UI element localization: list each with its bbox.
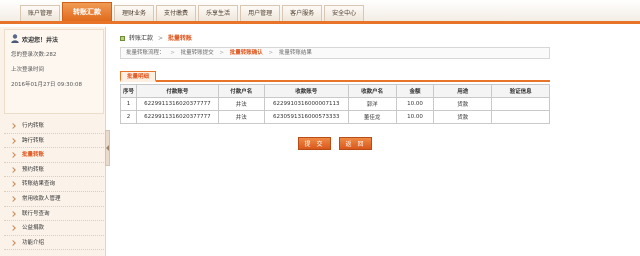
cell-payee-account: 6229910316000007113: [263, 97, 349, 111]
action-buttons: 提 交 返 回: [298, 137, 372, 150]
arrow-icon: [10, 181, 16, 188]
detail-tabbar: 批量明细: [120, 71, 550, 82]
sidebar-item-result-query[interactable]: 转账结果查询: [4, 177, 104, 192]
sidebar-item-label: 预约转账: [22, 166, 45, 173]
sidebar-item-label: 功能介绍: [22, 239, 45, 246]
last-login-time: 2016年01月27日 09:30:08: [11, 82, 82, 88]
col-amount: 金额: [395, 84, 435, 98]
col-index: 序号: [120, 84, 137, 98]
sidebar-item-label: 联行号查询: [22, 210, 50, 217]
user-info-panel: 欢迎您！井法 您的登录次数:282 上次登录时间 2016年01月27日 09:…: [4, 29, 104, 114]
arrow-icon: [10, 123, 16, 129]
sidebar-item-label: 行内转账: [22, 123, 45, 129]
col-payer-account: 付款账号: [135, 84, 219, 98]
sidebar-item-donation[interactable]: 公益捐款: [4, 221, 104, 236]
nav-tab-service[interactable]: 客户服务: [282, 5, 323, 21]
user-icon: [11, 34, 19, 43]
step-separator: >: [170, 50, 175, 56]
user-greeting: 欢迎您！井法: [22, 37, 59, 44]
arrow-icon: [10, 210, 16, 217]
process-steps: 批量转账流程： > 批量转账提交 > 批量转账确认 > 批量转账结果: [120, 47, 550, 59]
step-result: 批量转账结果: [278, 50, 312, 56]
sidebar-item-bank-code-query[interactable]: 联行号查询: [4, 207, 104, 222]
tab-batch-detail[interactable]: 批量明细: [120, 71, 157, 82]
cell-payee-account: 6230591316000573333: [263, 110, 349, 124]
cell-payee-name: 郭洋: [347, 97, 397, 111]
table-header-row: 序号 付款账号 付款户名 收款账号 收款户名 金额 用途 验证信息: [120, 84, 550, 98]
sidebar-item-scheduled[interactable]: 预约转账: [4, 163, 104, 178]
cell-payee-name: 董佳龙: [347, 110, 397, 124]
nav-tab-payment[interactable]: 支付缴费: [156, 5, 197, 21]
arrow-icon: [10, 225, 16, 231]
batch-detail-table: 序号 付款账号 付款户名 收款账号 收款户名 金额 用途 验证信息 1 6229…: [120, 84, 550, 124]
main-content: 转账汇款 > 批量转账 批量转账流程： > 批量转账提交 > 批量转账确认 > …: [118, 27, 640, 256]
table-row: 1 6229911316020377777 井法 622991031600000…: [120, 97, 550, 111]
arrow-icon: [10, 152, 16, 159]
sidebar-item-payee-management[interactable]: 常用收款人管理: [4, 192, 104, 207]
breadcrumb-parent[interactable]: 转账汇款: [129, 35, 153, 42]
col-payee-account: 收款账号: [263, 84, 349, 98]
arrow-icon: [10, 196, 16, 202]
sidebar-item-label: 批量转账: [22, 152, 45, 159]
sidebar-item-label: 常用收款人管理: [22, 195, 61, 202]
nav-tab-transfer[interactable]: 转账汇款: [62, 2, 113, 21]
step-confirm: 批量转账确认: [229, 50, 263, 56]
top-navigation: 账户管理 转账汇款 理财业务 支付缴费 乐享生活 用户管理 客户服务 安全中心: [0, 0, 640, 24]
nav-tab-security[interactable]: 安全中心: [324, 5, 365, 21]
col-payee-name: 收款户名: [347, 84, 397, 98]
cell-verification: [491, 97, 550, 111]
col-purpose: 用途: [433, 84, 493, 98]
cell-amount: 10.00: [395, 110, 435, 124]
process-label: 批量转账流程：: [126, 50, 165, 56]
step-separator: >: [219, 50, 224, 56]
arrow-icon: [10, 137, 16, 144]
col-payer-name: 付款户名: [217, 84, 265, 98]
cell-payer-name: 井法: [217, 97, 265, 111]
cell-index: 2: [120, 110, 137, 124]
nav-tab-account[interactable]: 账户管理: [20, 5, 61, 21]
cell-purpose: 货款: [433, 97, 493, 111]
breadcrumb: 转账汇款 > 批量转账: [120, 33, 192, 42]
col-verification: 验证信息: [491, 84, 550, 98]
submit-button[interactable]: 提 交: [298, 137, 331, 150]
cell-payer-account: 6229911316020377777: [135, 110, 219, 124]
sidebar-item-intra-bank[interactable]: 行内转账: [4, 119, 104, 134]
nav-tab-user[interactable]: 用户管理: [240, 5, 281, 21]
breadcrumb-separator: >: [157, 35, 163, 42]
breadcrumb-current: 批量转账: [167, 35, 192, 42]
nav-tab-wealth[interactable]: 理财业务: [114, 5, 155, 21]
sidebar: 欢迎您！井法 您的登录次数:282 上次登录时间 2016年01月27日 09:…: [0, 27, 106, 256]
cell-payer-name: 井法: [217, 110, 265, 124]
sidebar-item-label: 跨行转账: [22, 137, 45, 144]
nav-tab-life[interactable]: 乐享生活: [198, 5, 239, 21]
sidebar-item-label: 公益捐款: [22, 225, 45, 232]
sidebar-item-batch-transfer[interactable]: 批量转账: [4, 148, 104, 163]
table-row: 2 6229911316020377777 井法 623059131600057…: [120, 110, 550, 124]
cell-purpose: 货款: [433, 110, 493, 124]
sidebar-item-inter-bank[interactable]: 跨行转账: [4, 134, 104, 149]
cell-index: 1: [120, 97, 137, 111]
cell-amount: 10.00: [395, 97, 435, 111]
arrow-icon: [10, 166, 16, 173]
sidebar-collapse-handle[interactable]: [105, 130, 110, 166]
step-separator: >: [268, 50, 274, 56]
step-submit: 批量转账提交: [180, 50, 214, 56]
sidebar-item-label: 转账结果查询: [22, 181, 56, 188]
login-count: 您的登录次数:282: [11, 52, 57, 58]
sidebar-item-feature-intro[interactable]: 功能介绍: [4, 236, 104, 251]
back-button[interactable]: 返 回: [339, 137, 372, 150]
nav-tabs: 账户管理 转账汇款 理财业务 支付缴费 乐享生活 用户管理 客户服务 安全中心: [20, 2, 366, 21]
cell-verification: [491, 110, 550, 124]
arrow-icon: [10, 239, 16, 246]
cell-payer-account: 6229911316020377777: [135, 97, 219, 111]
sidebar-menu: 行内转账 跨行转账 批量转账 预约转账 转账结果查询 常用收款人管理 联行号查询…: [4, 119, 104, 251]
last-login-label: 上次登录时间: [11, 67, 45, 73]
breadcrumb-icon: [120, 36, 125, 41]
